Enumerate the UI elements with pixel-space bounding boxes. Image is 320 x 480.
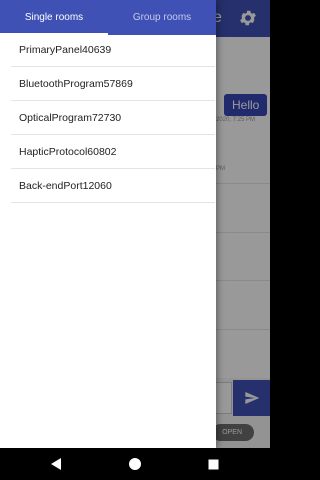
home-circle-icon [129, 458, 141, 470]
room-list: PrimaryPanel40639 BluetoothProgram57869 … [11, 33, 215, 203]
room-item[interactable]: Back-endPort12060 [11, 169, 215, 203]
back-triangle-icon [51, 458, 61, 470]
room-item[interactable]: OpticalProgram72730 [11, 101, 215, 135]
back-button[interactable] [48, 456, 64, 472]
system-nav-bar [0, 448, 270, 480]
screen: e Hello 2020, 7:25 PM PM OPEN Single roo… [0, 0, 270, 448]
room-item[interactable]: PrimaryPanel40639 [11, 33, 215, 67]
recents-button[interactable] [205, 456, 221, 472]
room-item[interactable]: HapticProtocol60802 [11, 135, 215, 169]
tab-single-rooms[interactable]: Single rooms [0, 0, 108, 35]
room-tabs: Single rooms Group rooms [0, 0, 216, 35]
recents-square-icon [208, 459, 218, 469]
home-button[interactable] [127, 456, 143, 472]
room-item[interactable]: BluetoothProgram57869 [11, 67, 215, 101]
navigation-drawer: Single rooms Group rooms PrimaryPanel406… [0, 0, 216, 448]
tab-group-rooms[interactable]: Group rooms [108, 0, 216, 35]
